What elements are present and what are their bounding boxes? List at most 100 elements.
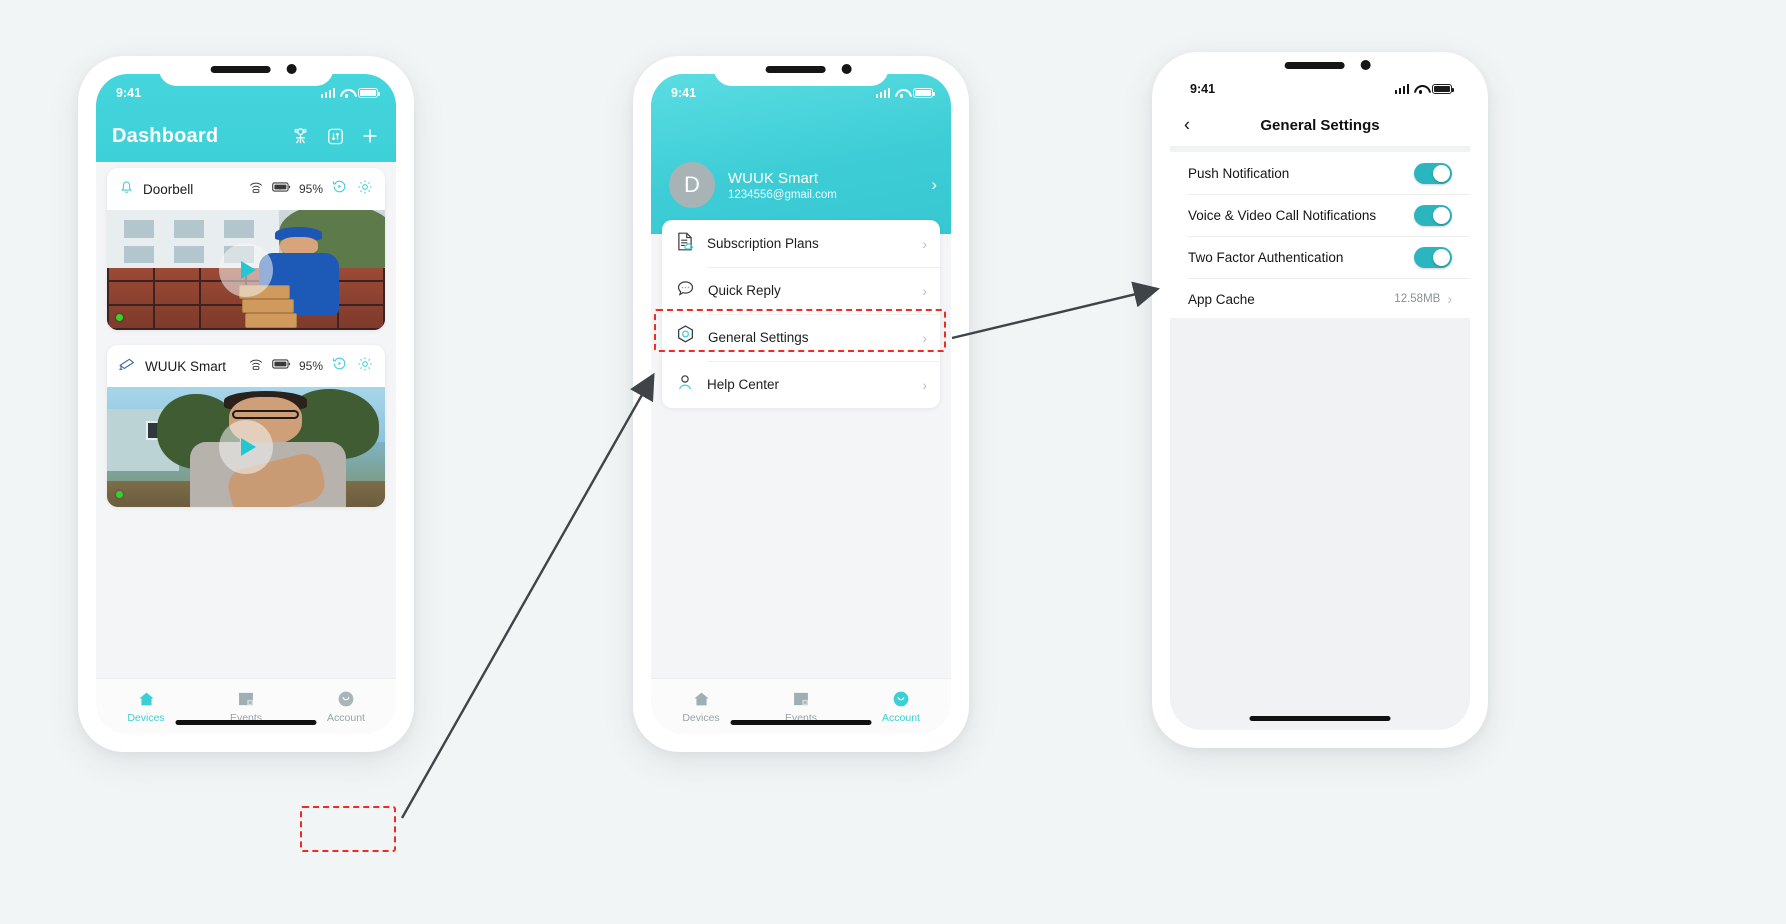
subscription-icon — [675, 231, 695, 257]
gear-icon[interactable] — [356, 178, 374, 201]
phone-account: 9:41 D WUUK Smart 1234556@gmail.com › Su… — [633, 56, 969, 752]
phone2-screen: 9:41 D WUUK Smart 1234556@gmail.com › Su… — [651, 74, 951, 734]
family-sharing-icon[interactable] — [290, 126, 311, 147]
phone2-notch — [713, 56, 889, 86]
tab-label: Account — [327, 711, 365, 724]
tab-label: Devices — [127, 711, 165, 724]
chevron-right-icon: › — [922, 329, 927, 346]
device-header: Doorbell 95% — [107, 168, 385, 210]
history-icon[interactable] — [331, 355, 348, 377]
tab-account[interactable]: Account — [851, 690, 951, 724]
device-meta: 95% — [248, 178, 374, 201]
toggle-two-factor-auth[interactable] — [1414, 246, 1452, 268]
setting-control — [1414, 204, 1452, 226]
play-button[interactable] — [219, 243, 273, 297]
app-cache-size: 12.58MB — [1394, 293, 1441, 305]
account-email: 1234556@gmail.com — [728, 188, 837, 201]
status-icons — [1394, 84, 1455, 94]
wifi-router-icon — [248, 357, 264, 376]
chevron-right-icon: › — [1447, 291, 1452, 307]
device-card[interactable]: WUUK Smart 95% — [107, 345, 385, 507]
home-icon — [692, 690, 711, 709]
phone-general-settings: 9:41 ‹ General Settings Push Notificatio… — [1152, 52, 1488, 748]
battery-icon — [913, 88, 936, 98]
setting-row-push-notification[interactable]: Push Notification — [1170, 152, 1470, 194]
tab-events[interactable]: Events — [751, 690, 851, 724]
phone1-tab-bar: Devices Events Account — [96, 678, 396, 734]
account-menu: Subscription Plans › Quick Reply › Gener… — [662, 220, 940, 408]
tab-events[interactable]: Events — [196, 690, 296, 724]
setting-control — [1414, 162, 1452, 184]
setting-label: App Cache — [1188, 291, 1255, 307]
account-icon — [337, 690, 355, 709]
sort-icon[interactable] — [326, 127, 345, 146]
signal-icon — [320, 88, 335, 98]
status-led — [116, 491, 123, 498]
arrow-account-to-menu — [400, 372, 655, 819]
tab-devices[interactable]: Devices — [96, 690, 196, 724]
setting-row-voice-video-call[interactable]: Voice & Video Call Notifications — [1170, 194, 1470, 236]
status-icons — [875, 88, 936, 98]
diagram-canvas: 9:41 Dashboard Doorbell 95% WUUK Smart 9… — [0, 0, 1786, 924]
add-icon[interactable] — [360, 126, 380, 146]
settings-hex-icon — [675, 324, 696, 351]
signal-icon — [1394, 84, 1409, 94]
settings-list: Push Notification Voice & Video Call Not… — [1170, 152, 1470, 320]
status-led — [116, 314, 123, 321]
toggle-push-notification[interactable] — [1414, 162, 1452, 184]
setting-row-two-factor-auth[interactable]: Two Factor Authentication — [1170, 236, 1470, 278]
menu-item-help-center[interactable]: Help Center › — [662, 361, 940, 408]
chevron-right-icon: › — [922, 376, 927, 393]
toggle-voice-video-call[interactable] — [1414, 204, 1452, 226]
menu-label: Subscription Plans — [707, 236, 819, 251]
page-title: General Settings — [1260, 116, 1380, 134]
tab-devices[interactable]: Devices — [651, 690, 751, 724]
tab-account[interactable]: Account — [296, 690, 396, 724]
doorbell-icon — [118, 178, 135, 200]
menu-item-quick-reply[interactable]: Quick Reply › — [662, 267, 940, 314]
account-icon — [892, 690, 910, 709]
back-icon[interactable]: ‹ — [1184, 115, 1190, 136]
chevron-right-icon: › — [931, 175, 937, 194]
battery-icon — [272, 357, 291, 375]
battery-percent: 95% — [298, 182, 323, 196]
menu-label: General Settings — [708, 330, 809, 345]
gear-icon[interactable] — [356, 355, 374, 378]
menu-label: Help Center — [707, 377, 780, 392]
status-icons — [320, 88, 381, 98]
device-thumbnail[interactable] — [107, 387, 385, 507]
device-card[interactable]: Doorbell 95% — [107, 168, 385, 330]
phone1-notch — [158, 56, 334, 86]
events-icon — [237, 690, 255, 709]
device-meta: 95% — [248, 355, 374, 378]
status-time: 9:41 — [1190, 82, 1216, 96]
device-thumbnail[interactable] — [107, 210, 385, 330]
home-icon — [137, 690, 156, 709]
setting-row-app-cache[interactable]: App Cache 12.58MB › — [1170, 278, 1470, 320]
menu-item-general-settings[interactable]: General Settings › — [662, 314, 940, 361]
account-profile-row[interactable]: D WUUK Smart 1234556@gmail.com › — [669, 162, 937, 208]
page-title: Dashboard — [112, 124, 219, 147]
phone2-tab-bar: Devices Events Account — [651, 678, 951, 734]
chevron-right-icon: › — [922, 282, 927, 299]
setting-label: Two Factor Authentication — [1188, 249, 1344, 265]
setting-control — [1414, 246, 1452, 268]
tab-label: Account — [882, 711, 920, 724]
history-icon[interactable] — [331, 178, 348, 200]
home-indicator — [175, 720, 317, 725]
signal-icon — [875, 88, 890, 98]
chat-icon — [675, 278, 696, 303]
play-button[interactable] — [219, 420, 273, 474]
setting-label: Push Notification — [1188, 165, 1290, 181]
menu-label: Quick Reply — [708, 283, 781, 298]
wifi-router-icon — [248, 180, 264, 199]
device-header: WUUK Smart 95% — [107, 345, 385, 387]
camera-icon — [118, 355, 137, 377]
home-indicator — [730, 720, 872, 725]
highlight-account-tab — [300, 806, 396, 852]
battery-icon — [358, 88, 381, 98]
dashboard-title-row: Dashboard — [96, 114, 396, 158]
setting-label: Voice & Video Call Notifications — [1188, 207, 1377, 223]
menu-item-subscription-plans[interactable]: Subscription Plans › — [662, 220, 940, 267]
wifi-icon — [340, 88, 353, 98]
